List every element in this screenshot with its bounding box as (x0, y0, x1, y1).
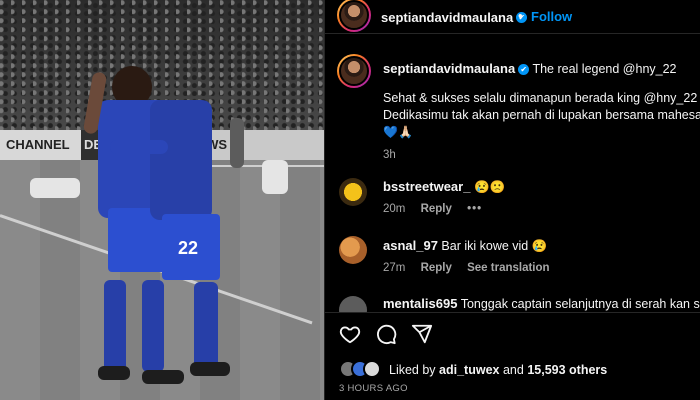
reply-button[interactable]: Reply (421, 203, 452, 215)
share-icon[interactable] (411, 323, 433, 345)
comment-item: asnal_97 Bar iki kowe vid 😢 27m Reply Se… (325, 236, 700, 286)
comment-icon[interactable] (375, 323, 397, 345)
comment-item: mentalis695 Tonggak captain selanjutnya … (325, 294, 700, 312)
caption-avatar[interactable] (337, 54, 371, 88)
shirt-number: 22 (178, 238, 199, 258)
comment-meta: 20m Reply ••• (383, 203, 494, 215)
more-options-icon[interactable]: ••• (467, 203, 482, 215)
commenter-avatar[interactable] (339, 296, 367, 312)
follow-button[interactable]: Follow (531, 9, 572, 24)
player-boot (142, 370, 184, 384)
liked-by-and: and (502, 363, 524, 377)
commenter-username[interactable]: mentalis695 (383, 296, 457, 311)
player-arm (110, 140, 168, 154)
author-avatar[interactable] (337, 0, 371, 32)
likes-count[interactable]: 15,593 others (527, 363, 607, 377)
verified-icon: ✔ (518, 64, 530, 76)
comment-time: 27m (383, 262, 406, 274)
board-text-channel: CHANNEL (6, 137, 70, 152)
comment-body: bsstreetwear_ 😢🙁 (383, 179, 700, 195)
player-jersey (150, 100, 212, 220)
post-image[interactable]: CHANNEL DE OWS 22 (0, 0, 324, 400)
separator-dot: • (518, 8, 523, 23)
likes-text: Liked by adi_tuwex and 15,593 others (389, 363, 607, 377)
reply-button[interactable]: Reply (421, 262, 452, 274)
caption-line-2: Sehat & sukses selalu dimanapun berada k… (383, 91, 698, 105)
heart-icon[interactable] (339, 323, 361, 345)
post-time-ago[interactable]: 3 HOURS AGO (339, 383, 408, 394)
comment-body: mentalis695 Tonggak captain selanjutnya … (383, 296, 700, 311)
caption-line-3: Dedikasimu tak akan pernah di lupakan be… (383, 108, 700, 122)
comment-text: Tonggak captain selanjutnya di serah kan… (460, 297, 700, 311)
comment-body: asnal_97 Bar iki kowe vid 😢 (383, 238, 700, 254)
comment-meta: 27m Reply See translation (383, 262, 562, 274)
post-side-panel: septiandavidmaulana ✔ • Follow septiandav… (324, 0, 700, 400)
player-sock (104, 280, 126, 372)
background-player (262, 160, 288, 194)
comment-item: bsstreetwear_ 😢🙁 20m Reply ••• (325, 176, 700, 226)
commenter-username[interactable]: asnal_97 (383, 238, 438, 253)
post-actions: Liked by adi_tuwex and 15,593 others 3 H… (325, 312, 700, 400)
background-player (230, 118, 244, 168)
post-header: septiandavidmaulana ✔ • Follow (325, 0, 700, 34)
player-sock (194, 282, 218, 368)
caption-username[interactable]: septiandavidmaulana (383, 61, 515, 76)
caption-line-1: The real legend @hny_22 (532, 62, 677, 76)
liked-by-prefix: Liked by (389, 363, 436, 377)
caption-emojis: 💙🙏🏻 (383, 125, 413, 139)
author-username[interactable]: septiandavidmaulana (381, 10, 513, 25)
comment-text: 😢🙁 (473, 180, 506, 194)
player-boot (190, 362, 230, 376)
commenter-username[interactable]: bsstreetwear_ (383, 179, 470, 194)
caption: septiandavidmaulana ✔ The real legend @hn… (383, 60, 700, 164)
caption-time: 3h (383, 149, 396, 161)
player-boot (98, 366, 130, 380)
comment-time: 20m (383, 203, 406, 215)
commenter-avatar[interactable] (339, 178, 367, 206)
player-sock (142, 280, 164, 372)
see-translation-button[interactable]: See translation (467, 262, 549, 274)
header-user: septiandavidmaulana ✔ (381, 9, 528, 27)
liker-avatar[interactable] (363, 360, 381, 378)
commenter-avatar[interactable] (339, 236, 367, 264)
background-player (30, 178, 80, 198)
comment-text: Bar iki kowe vid 😢 (441, 239, 548, 253)
liked-by-user[interactable]: adi_tuwex (439, 363, 499, 377)
